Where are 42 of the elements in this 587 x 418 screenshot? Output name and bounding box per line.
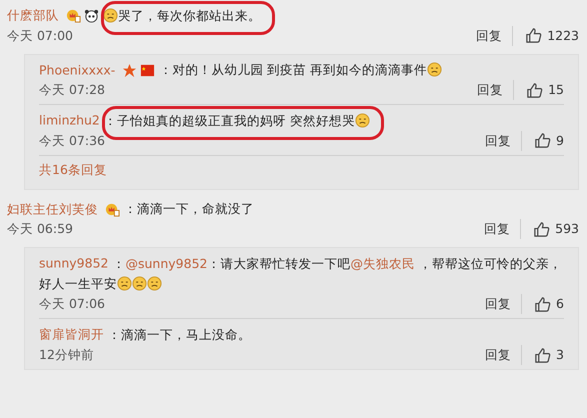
star-icon bbox=[122, 62, 138, 78]
username-link[interactable]: 妇联主任刘芙俊 bbox=[7, 201, 98, 216]
emoji-icon bbox=[132, 276, 147, 292]
panda-icon bbox=[84, 8, 99, 24]
emoji-icon bbox=[117, 276, 132, 292]
comment-text: 哭了，每次你都站出来。 bbox=[102, 8, 261, 23]
comment-text: ：滴滴一下，命就没了 bbox=[124, 201, 254, 216]
thumbs-up-icon bbox=[534, 296, 552, 313]
crown-badge-icon bbox=[104, 202, 120, 217]
emoji-icon bbox=[147, 276, 162, 292]
like-button[interactable]: 9 bbox=[522, 130, 564, 151]
flag-icon bbox=[140, 62, 156, 78]
timestamp: 今天 07:36 bbox=[39, 132, 106, 150]
timestamp: 12分钟前 bbox=[39, 346, 95, 364]
comment-text: ：滴滴一下，马上没命。 bbox=[108, 327, 251, 342]
emoji-icon bbox=[354, 112, 370, 128]
like-button[interactable]: 15 bbox=[514, 80, 564, 100]
timestamp: 今天 06:59 bbox=[7, 220, 74, 238]
reply-button[interactable]: 回复 bbox=[467, 80, 514, 100]
crown-badge-icon bbox=[66, 8, 81, 24]
like-button[interactable]: 3 bbox=[522, 345, 564, 366]
comment-text: ：对的！从幼儿园 到疫苗 再到如今的滴滴事件 bbox=[159, 62, 442, 78]
timestamp: 今天 07:00 bbox=[7, 26, 74, 45]
reply-button[interactable]: 回复 bbox=[475, 294, 522, 314]
comment-text: ：子怡姐真的超级正直我的妈呀 突然好想哭 bbox=[104, 112, 370, 128]
emoji-icon bbox=[102, 8, 118, 23]
thumbs-up-icon bbox=[533, 220, 550, 238]
thumbs-up-icon bbox=[534, 346, 552, 364]
reply-button[interactable]: 回复 bbox=[466, 26, 514, 46]
emoji-icon bbox=[427, 62, 442, 78]
like-button[interactable]: 593 bbox=[521, 219, 579, 240]
like-button[interactable]: 1223 bbox=[513, 26, 579, 46]
thumbs-up-icon bbox=[534, 132, 552, 150]
timestamp: 今天 07:28 bbox=[39, 81, 106, 100]
thumbs-up-icon bbox=[525, 27, 542, 44]
reply-button[interactable]: 回复 bbox=[475, 130, 522, 151]
timestamp: 今天 07:06 bbox=[39, 295, 106, 314]
username-link[interactable]: 什麽部队 bbox=[7, 8, 59, 23]
like-button[interactable]: 6 bbox=[522, 294, 564, 314]
reply-button[interactable]: 回复 bbox=[474, 219, 522, 240]
reply-button[interactable]: 回复 bbox=[475, 345, 522, 366]
thumbs-up-icon bbox=[526, 82, 544, 99]
